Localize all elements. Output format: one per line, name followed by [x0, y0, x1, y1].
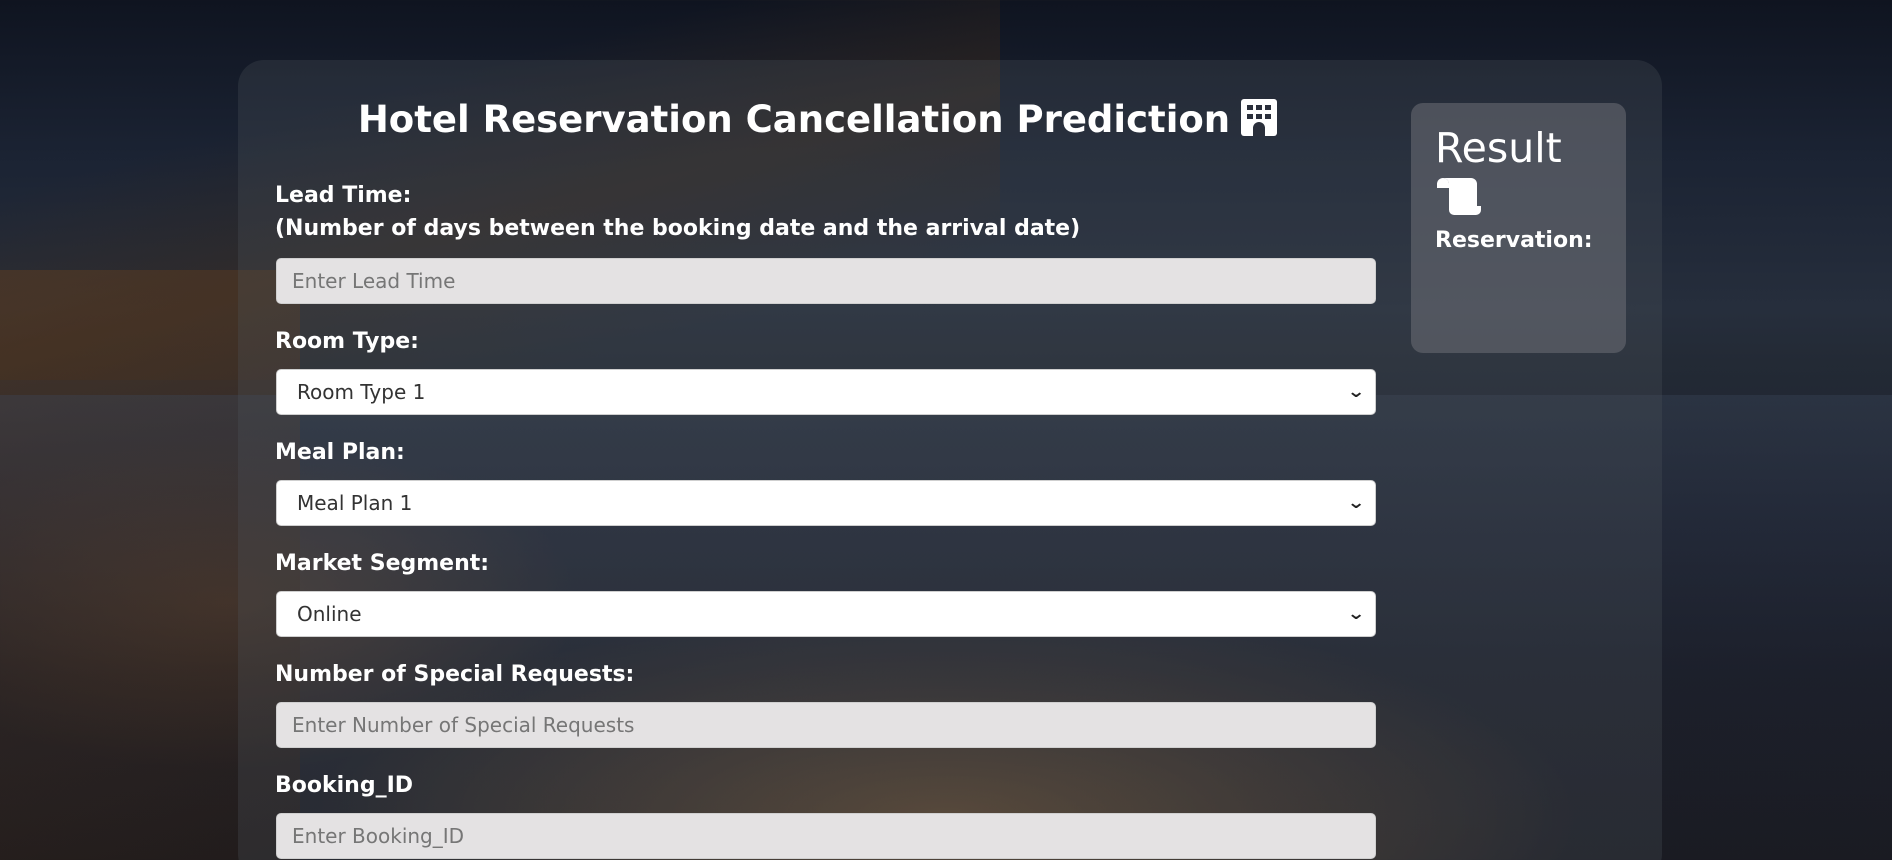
market-segment-selected-value: Online — [297, 602, 362, 626]
chevron-down-icon: ⌄ — [1346, 604, 1366, 624]
room-type-selected-value: Room Type 1 — [297, 380, 426, 404]
special-requests-input[interactable] — [276, 702, 1376, 748]
page-title-text: Hotel Reservation Cancellation Predictio… — [357, 98, 1231, 141]
result-title: Result — [1435, 124, 1562, 172]
market-segment-label: Market Segment: — [275, 551, 490, 576]
meal-plan-selected-value: Meal Plan 1 — [297, 491, 413, 515]
room-type-label: Room Type: — [275, 329, 419, 354]
reservation-label: Reservation: — [1435, 228, 1593, 253]
booking-id-input[interactable] — [276, 813, 1376, 859]
scroll-icon — [1437, 178, 1481, 215]
hotel-building-icon — [1241, 99, 1278, 136]
lead-time-label: Lead Time: (Number of days between the b… — [275, 179, 1080, 245]
special-requests-label: Number of Special Requests: — [275, 662, 635, 687]
meal-plan-select[interactable]: Meal Plan 1 ⌄ — [276, 480, 1376, 526]
lead-time-label-title: Lead Time: — [275, 183, 412, 208]
booking-id-label: Booking_ID — [275, 773, 414, 798]
page-title: Hotel Reservation Cancellation Predictio… — [238, 92, 1398, 148]
result-panel: Result Reservation: — [1411, 103, 1626, 353]
market-segment-select[interactable]: Online ⌄ — [276, 591, 1376, 637]
lead-time-input[interactable] — [276, 258, 1376, 304]
chevron-down-icon: ⌄ — [1346, 493, 1366, 513]
meal-plan-label: Meal Plan: — [275, 440, 405, 465]
lead-time-label-hint: (Number of days between the booking date… — [275, 216, 1081, 241]
chevron-down-icon: ⌄ — [1346, 382, 1366, 402]
room-type-select[interactable]: Room Type 1 ⌄ — [276, 369, 1376, 415]
